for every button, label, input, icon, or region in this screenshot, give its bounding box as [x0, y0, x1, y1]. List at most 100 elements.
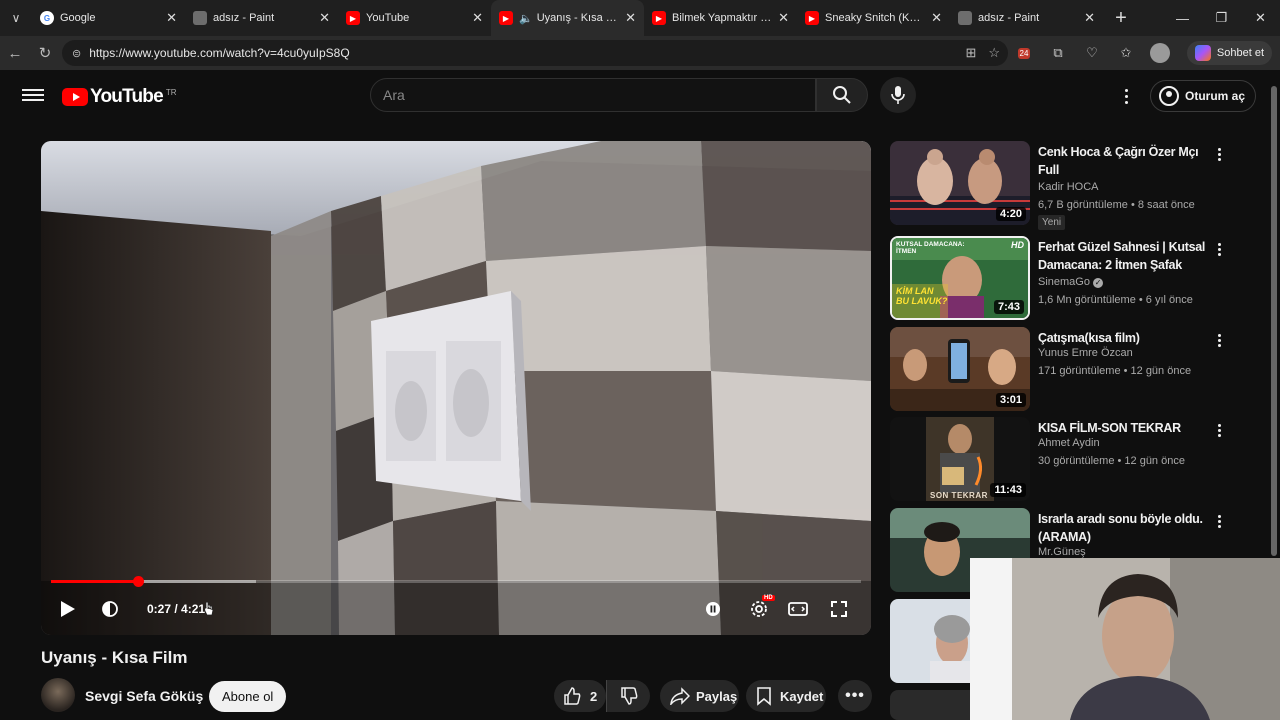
volume-button[interactable] — [99, 596, 121, 622]
pause-toggle-icon — [706, 602, 720, 616]
youtube-logo[interactable]: YouTube TR — [62, 86, 177, 108]
time-display: 0:27 / 4:21 — [147, 596, 205, 622]
recommendation-channel[interactable]: SinemaGo ✓ — [1038, 276, 1104, 288]
item-menu-icon[interactable] — [1216, 145, 1222, 163]
voice-search-button[interactable] — [880, 77, 916, 113]
dislike-button[interactable] — [606, 680, 650, 712]
video-title: Uyanış - Kısa Film — [41, 648, 188, 667]
item-menu-icon[interactable] — [1216, 331, 1222, 349]
autoplay-toggle[interactable] — [702, 596, 724, 622]
browser-essentials-icon[interactable]: ♡ — [1080, 41, 1104, 65]
tab-title: adsız - Paint — [213, 12, 275, 24]
url-text: https://www.youtube.com/watch?v=4cu0yuIp… — [89, 46, 350, 60]
search-icon — [833, 86, 851, 104]
tab-title: Google — [60, 12, 96, 24]
browser-tab-bilmek[interactable]: ▶ Bilmek Yapmaktır - You ✕ — [644, 0, 797, 36]
profile-avatar[interactable] — [1148, 41, 1172, 65]
mouse-cursor-icon — [202, 596, 216, 622]
seek-bar[interactable] — [51, 576, 861, 587]
new-tab-plus-icon[interactable]: + — [1103, 0, 1139, 36]
recommendation-title[interactable]: Cenk Hoca & Çağrı Özer Mçı Full — [1038, 143, 1208, 179]
recommendation-title[interactable]: Israrla aradı sonu böyle oldu. (ARAMA) — [1038, 510, 1208, 546]
recommendation-item[interactable]: SON TEKRAR 11:43 KISA FİLM-SON TEKRAR Ah… — [890, 417, 1230, 503]
tab-close-icon[interactable]: ✕ — [778, 10, 789, 26]
search-input[interactable]: Ara — [370, 78, 816, 112]
maximize-icon[interactable]: ❐ — [1202, 0, 1241, 36]
recommendation-channel[interactable]: Yunus Emre Özcan — [1038, 347, 1133, 359]
browser-tab-sneaky[interactable]: ▶ Sneaky Snitch (Kevin M ✕ — [797, 0, 950, 36]
video-thumbnail[interactable]: KUTSAL DAMACANA: İTMEN KİM LAN BU LAVUK?… — [890, 236, 1030, 320]
google-favicon-icon: G — [40, 11, 54, 25]
channel-name[interactable]: Sevgi Sefa Göküş — [85, 688, 203, 704]
settings-kebab-icon[interactable] — [1116, 84, 1136, 108]
region-code: TR — [165, 87, 177, 97]
recommendation-item[interactable]: 4:20 Cenk Hoca & Çağrı Özer Mçı Full Kad… — [890, 141, 1230, 230]
fullscreen-button[interactable] — [828, 596, 850, 622]
subscribe-button[interactable]: Abone ol — [209, 681, 287, 712]
theater-mode-button[interactable] — [787, 596, 809, 622]
tab-list-chevron-icon[interactable]: ∨ — [0, 0, 32, 36]
verified-check-icon: ✓ — [1093, 278, 1104, 288]
browser-tab-paint[interactable]: adsız - Paint ✕ — [185, 0, 338, 36]
thumbs-up-icon — [564, 687, 581, 705]
video-thumbnail[interactable]: SON TEKRAR 11:43 — [890, 417, 1030, 501]
recommendation-channel[interactable]: Ahmet Aydin — [1038, 437, 1100, 449]
browser-tab-youtube[interactable]: ▶ YouTube ✕ — [338, 0, 491, 36]
reload-icon[interactable]: ↻ — [30, 38, 60, 68]
recommendation-item[interactable]: KUTSAL DAMACANA: İTMEN KİM LAN BU LAVUK?… — [890, 236, 1230, 322]
back-arrow-icon[interactable]: ← — [0, 38, 30, 68]
tab-close-icon[interactable]: ✕ — [166, 10, 177, 26]
tab-close-icon[interactable]: ✕ — [931, 10, 942, 26]
tab-close-icon[interactable]: ✕ — [472, 10, 483, 26]
save-button[interactable]: Kaydet — [746, 680, 826, 712]
recommendation-channel[interactable]: Mr.Güneş — [1038, 546, 1086, 558]
app-available-icon[interactable]: ⊞ — [965, 45, 976, 61]
settings-button[interactable]: HD — [746, 595, 775, 622]
hamburger-menu-icon[interactable] — [22, 86, 44, 106]
video-player[interactable]: 0:27 / 4:21 HD — [41, 141, 871, 635]
new-badge: Yeni — [1038, 215, 1066, 230]
more-actions-button[interactable]: ••• — [838, 680, 872, 712]
speaker-icon[interactable]: 🔈 — [519, 12, 533, 25]
extensions-puzzle-icon[interactable]: ⧉ — [1046, 41, 1070, 65]
recommendation-meta: 1,6 Mn görüntüleme • 6 yıl önce — [1038, 294, 1193, 306]
item-menu-icon[interactable] — [1216, 421, 1222, 439]
recommendation-channel[interactable]: Kadir HOCA — [1038, 181, 1099, 193]
favorites-icon[interactable]: ✩ — [1114, 41, 1138, 65]
share-button[interactable]: Paylaş — [660, 680, 739, 712]
tab-close-icon[interactable]: ✕ — [625, 10, 636, 26]
tab-close-icon[interactable]: ✕ — [319, 10, 330, 26]
browser-tab-google[interactable]: G Google ✕ — [32, 0, 185, 36]
item-menu-icon[interactable] — [1216, 512, 1222, 530]
scrollbar-thumb[interactable] — [1271, 86, 1277, 556]
video-thumbnail[interactable]: 3:01 — [890, 327, 1030, 411]
scrubber-handle[interactable] — [132, 576, 144, 587]
sign-in-button[interactable]: Oturum aç — [1150, 80, 1257, 112]
channel-avatar[interactable] — [41, 678, 75, 712]
search-button[interactable] — [816, 78, 868, 112]
play-button[interactable] — [57, 596, 79, 622]
share-label: Paylaş — [696, 688, 738, 704]
minimize-icon[interactable]: — — [1163, 0, 1202, 36]
item-menu-icon[interactable] — [1216, 240, 1222, 258]
site-info-icon[interactable]: ⊜ — [72, 47, 81, 60]
favorite-star-icon[interactable]: ☆ — [988, 45, 1000, 61]
news-extension-icon[interactable]: 24 — [1012, 41, 1036, 65]
gear-icon — [751, 601, 767, 617]
tab-title: Bilmek Yapmaktır - You — [672, 12, 772, 24]
video-thumbnail[interactable]: 4:20 — [890, 141, 1030, 225]
recommendation-title[interactable]: Çatışma(kısa film) — [1038, 329, 1208, 347]
youtube-favicon-icon: ▶ — [652, 11, 666, 25]
like-button[interactable]: 2 — [554, 680, 606, 712]
recommendation-item[interactable]: 3:01 Çatışma(kısa film) Yunus Emre Özcan… — [890, 327, 1230, 413]
close-window-icon[interactable]: ✕ — [1241, 0, 1280, 36]
tab-close-icon[interactable]: ✕ — [1084, 10, 1095, 26]
recommendation-title[interactable]: Ferhat Güzel Sahnesi | Kutsal Damacana: … — [1038, 238, 1208, 274]
copilot-chat-button[interactable]: Sohbet et — [1186, 41, 1272, 65]
webcam-overlay — [970, 558, 1280, 720]
browser-tab-active-video[interactable]: ▶ 🔈 Uyanış - Kısa Film ✕ — [491, 0, 644, 36]
address-bar[interactable]: ⊜ https://www.youtube.com/watch?v=4cu0yu… — [62, 40, 1008, 66]
browser-tab-paint-2[interactable]: adsız - Paint ✕ — [950, 0, 1103, 36]
recommendation-title[interactable]: KISA FİLM-SON TEKRAR — [1038, 419, 1208, 437]
play-icon — [61, 601, 75, 617]
